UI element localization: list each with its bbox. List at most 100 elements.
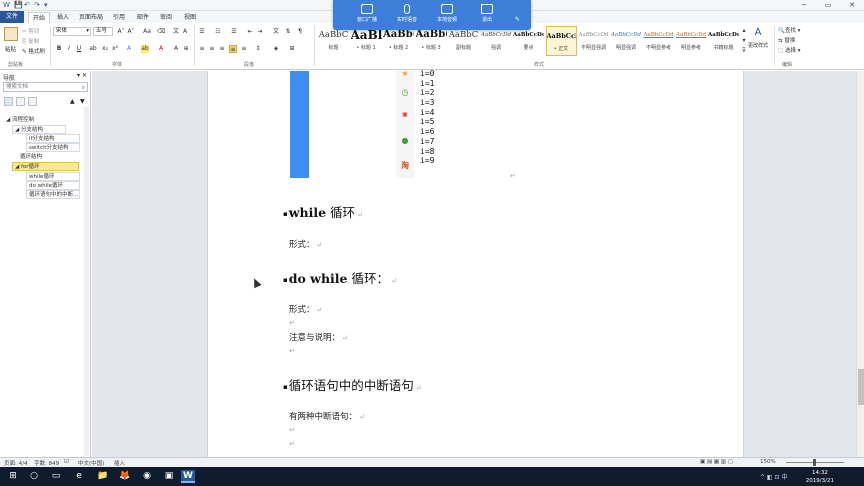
section-heading[interactable]: ▪循环语句中的中断语句 ↵ — [283, 375, 422, 394]
italic-button[interactable]: I — [65, 45, 73, 53]
close-icon[interactable]: ▾ ✕ — [77, 72, 87, 79]
nav-item[interactable]: ◢ for循环 — [12, 162, 79, 171]
style-10[interactable]: AaBbCcDd 不明显参考 — [643, 26, 674, 56]
section-heading[interactable]: ▪while 循环 ↵ — [283, 202, 363, 221]
style-12[interactable]: AaBbCcDd 书籍标题 — [708, 26, 739, 56]
font-name-select[interactable]: 宋体 ▾ — [53, 27, 91, 36]
style-2[interactable]: AaBb(• 标题 2 — [383, 26, 414, 56]
spell-check-icon[interactable]: ☑ — [64, 459, 69, 465]
tab-6[interactable]: 审阅 — [156, 12, 176, 23]
start-button[interactable]: ⊞ — [6, 470, 20, 483]
word-taskbar-icon[interactable]: W — [181, 470, 195, 483]
system-tray[interactable]: ^ ◧ ⊡ 中 — [760, 472, 787, 481]
distributed-icon[interactable]: ≡ — [240, 45, 248, 53]
nav-item[interactable]: do while循环 — [26, 181, 80, 190]
highlight-icon[interactable]: ab — [141, 45, 149, 53]
gallery-up-icon[interactable]: ▴ — [740, 27, 748, 35]
style-8[interactable]: AaBbCcDd 不明显强调 — [578, 26, 609, 56]
line-spacing-icon[interactable]: ↕ — [254, 45, 262, 53]
subscript-icon[interactable]: x₂ — [101, 45, 109, 53]
style-4[interactable]: AaBbC 副标题 — [448, 26, 479, 56]
nav-scrollbar[interactable] — [84, 107, 89, 456]
underline-button[interactable]: U — [75, 45, 83, 53]
nav-item[interactable]: 循环语句中的中断... — [26, 190, 80, 199]
nav-prev-icon[interactable]: ▲ — [70, 98, 75, 105]
nav-item[interactable]: while循环 — [26, 172, 80, 181]
firefox-icon[interactable]: 🦊 — [118, 470, 132, 483]
insert-mode[interactable]: 插入 — [114, 459, 125, 467]
decrease-indent-icon[interactable]: ⇤ — [246, 28, 254, 36]
document-scrollbar[interactable] — [856, 71, 864, 457]
body-text[interactable]: 形式： ↵ — [289, 303, 322, 315]
gallery-down-icon[interactable]: ▾ — [740, 37, 748, 45]
style-11[interactable]: AaBbCcDd 明显参考 — [676, 26, 707, 56]
align-left-icon[interactable]: ≡ — [198, 45, 206, 53]
style-0[interactable]: AaBbC 标题 — [318, 26, 349, 56]
minimize-button[interactable]: − — [792, 0, 816, 11]
word-count[interactable]: 字数: 849 — [34, 459, 59, 467]
show-marks-icon[interactable]: ¶ — [296, 28, 304, 36]
tab-1[interactable]: 开始 — [28, 12, 51, 23]
format-painter-button[interactable]: ✎ 格式刷 — [22, 47, 45, 55]
copy-button[interactable]: ⎘ 复制 — [22, 37, 39, 46]
change-styles-button[interactable]: 更改样式 — [748, 42, 768, 49]
clear-format-icon[interactable]: ⌫ — [157, 28, 165, 36]
close-button[interactable]: ✕ — [840, 0, 864, 11]
search-icon[interactable]: ⌕ — [82, 83, 85, 92]
strikethrough-icon[interactable]: ab — [89, 45, 97, 53]
tab-4[interactable]: 引用 — [109, 12, 129, 23]
multilevel-icon[interactable]: ☰ — [230, 28, 238, 36]
nav-item[interactable]: ◢ 流程控制 — [4, 116, 64, 125]
app-icon[interactable]: ◉ — [140, 470, 154, 483]
nav-tab-results[interactable] — [28, 97, 37, 106]
superscript-icon[interactable]: x² — [111, 45, 119, 53]
paste-button[interactable]: 粘贴 — [5, 45, 16, 53]
numbering-icon[interactable]: ☷ — [214, 28, 222, 36]
cut-button[interactable]: ✂ 剪切 — [22, 27, 39, 35]
document-page[interactable] — [207, 71, 744, 457]
window-broadcast-button[interactable]: 窗口广播 — [349, 4, 385, 23]
undo-icon[interactable]: ↶ — [24, 1, 30, 9]
bullets-icon[interactable]: ☰ — [198, 28, 206, 36]
tab-2[interactable]: 插入 — [53, 12, 73, 23]
style-6[interactable]: AaBbCcDd 要点 — [513, 26, 544, 56]
grow-font-icon[interactable]: A˄ — [117, 28, 125, 36]
chinese-layout-icon[interactable]: 文 — [272, 28, 280, 36]
nav-item[interactable]: if分支结构 — [26, 134, 80, 143]
maximize-button[interactable]: ▭ — [816, 0, 840, 11]
pin-icon[interactable]: ✎ — [515, 16, 520, 23]
tab-7[interactable]: 视图 — [180, 12, 200, 23]
task-view-button[interactable]: ▭ — [49, 470, 63, 483]
border-char-icon[interactable]: A — [181, 28, 189, 36]
page-count[interactable]: 页面: 4/4 — [4, 459, 27, 467]
style-3[interactable]: AaBb(• 标题 3 — [416, 26, 447, 56]
char-shading-icon[interactable]: A — [172, 45, 180, 53]
body-text[interactable]: 注意与说明： ↵ — [289, 331, 348, 343]
body-text[interactable]: 有两种中断语句： ↵ — [289, 410, 365, 422]
align-right-icon[interactable]: ≡ — [218, 45, 226, 53]
scroll-thumb[interactable] — [858, 369, 864, 405]
phonetic-icon[interactable]: 文 — [172, 28, 180, 36]
change-case-icon[interactable]: Aa — [143, 28, 151, 36]
local-audio-button[interactable]: 本地音频 — [429, 4, 465, 23]
tab-0[interactable]: 文件 — [0, 11, 25, 23]
body-text[interactable]: 形式： ↵ — [289, 238, 322, 250]
nav-next-icon[interactable]: ▼ — [80, 98, 85, 105]
nav-item[interactable]: 循环结构 — [18, 153, 78, 162]
enclose-char-icon[interactable]: ⊕ — [182, 45, 190, 53]
zoom-level[interactable]: 150% — [760, 459, 776, 465]
customize-qa-icon[interactable]: ▾ — [44, 1, 48, 9]
nav-tab-pages[interactable] — [16, 97, 25, 106]
language-indicator[interactable]: 中文(中国) — [78, 459, 104, 467]
gallery-more-icon[interactable]: ⊽ — [740, 47, 748, 55]
tab-3[interactable]: 页面布局 — [75, 12, 107, 23]
exit-button[interactable]: 退出 — [469, 4, 505, 23]
font-color-icon[interactable]: A — [157, 45, 165, 53]
section-heading[interactable]: ▪do while 循环： ↵ — [283, 268, 397, 287]
zoom-slider-knob[interactable] — [813, 459, 816, 466]
nav-item[interactable]: ◢ 分支结构 — [12, 125, 66, 134]
borders-icon[interactable]: ⊞ — [288, 45, 296, 53]
style-1[interactable]: AaBl • 标题 1 — [351, 26, 382, 56]
select-button[interactable]: ⬚ 选择 ▾ — [778, 46, 800, 54]
sort-icon[interactable]: ⇅ — [284, 28, 292, 36]
